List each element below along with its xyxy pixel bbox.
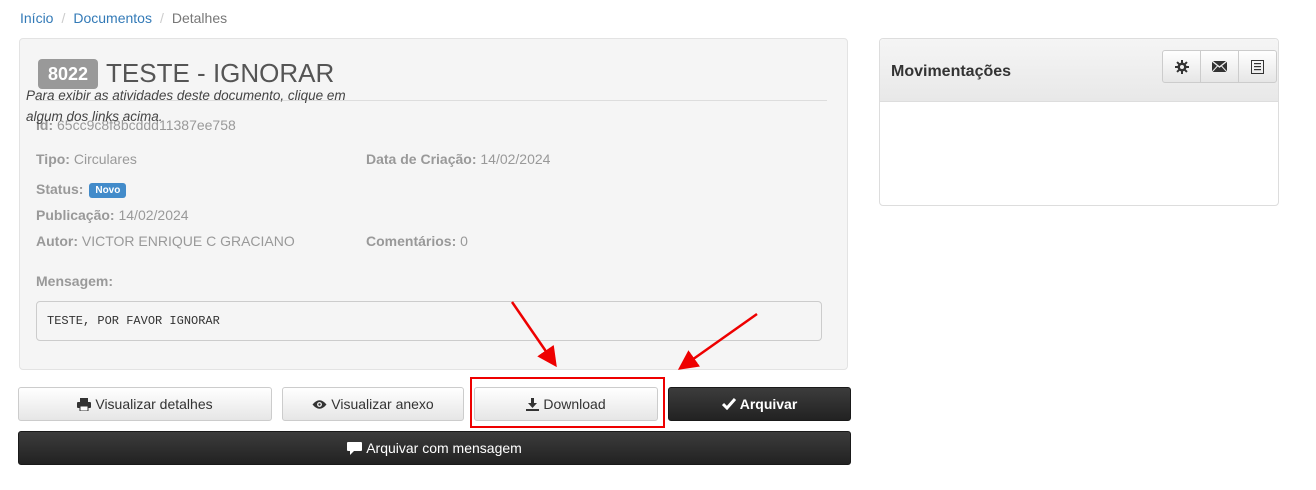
comment-icon <box>347 441 363 455</box>
check-icon <box>721 398 736 410</box>
field-autor-label: Autor: <box>36 233 78 249</box>
list-icon <box>1251 59 1264 74</box>
arquivar-com-mensagem-button[interactable]: Arquivar com mensagem <box>18 431 851 465</box>
movimentacoes-button-group <box>1162 50 1277 83</box>
field-mensagem-label: Mensagem: <box>36 273 114 289</box>
field-status: Status: Novo <box>36 181 127 198</box>
field-tipo-label: Tipo: <box>36 151 70 167</box>
message-box: TESTE, POR FAVOR IGNORAR <box>36 301 822 341</box>
field-autor: Autor: VICTOR ENRIQUE C GRACIANO <box>36 233 295 249</box>
field-data-criacao: Data de Criação: 14/02/2024 <box>366 151 550 167</box>
breadcrumb-inicio[interactable]: Início <box>20 10 53 26</box>
list-button[interactable] <box>1238 50 1277 83</box>
print-icon <box>77 397 92 411</box>
movimentacoes-title: Movimentações <box>891 63 1012 80</box>
arquivar-com-mensagem-label: Arquivar com mensagem <box>366 440 522 456</box>
visualizar-detalhes-label: Visualizar detalhes <box>95 396 213 412</box>
field-comentarios-value: 0 <box>460 233 468 249</box>
document-number-badge: 8022 <box>38 58 99 89</box>
gear-icon <box>1174 59 1189 74</box>
visualizar-anexo-label: Visualizar anexo <box>331 396 434 412</box>
movimentacoes-panel: Movimentações <box>879 38 1279 206</box>
status-badge: Novo <box>89 182 127 198</box>
breadcrumb: Início / Documentos / Detalhes <box>20 10 227 26</box>
breadcrumb-separator: / <box>159 10 164 26</box>
field-autor-value: VICTOR ENRIQUE C GRACIANO <box>81 233 295 249</box>
arquivar-button[interactable]: Arquivar <box>668 387 851 421</box>
field-data-criacao-label: Data de Criação: <box>366 151 477 167</box>
field-publicacao-value: 14/02/2024 <box>118 207 189 223</box>
field-comentarios: Comentários: 0 <box>366 233 468 249</box>
field-mensagem: Mensagem: <box>36 273 113 289</box>
field-status-label: Status: <box>36 181 84 197</box>
field-data-criacao-value: 14/02/2024 <box>480 151 551 167</box>
field-publicacao-label: Publicação: <box>36 207 115 223</box>
visualizar-anexo-button[interactable]: Visualizar anexo <box>282 387 464 421</box>
email-button[interactable] <box>1200 50 1239 83</box>
field-comentarios-label: Comentários: <box>366 233 457 249</box>
movimentacoes-header: Movimentações <box>880 39 1278 102</box>
movimentacoes-empty-text: Para exibir as atividades deste document… <box>26 88 346 124</box>
envelope-icon <box>1212 61 1227 72</box>
eye-icon <box>312 399 327 409</box>
download-highlight-box <box>470 377 665 428</box>
arquivar-label: Arquivar <box>739 396 798 412</box>
field-publicacao: Publicação: 14/02/2024 <box>36 207 189 223</box>
visualizar-detalhes-button[interactable]: Visualizar detalhes <box>18 387 272 421</box>
field-tipo: Tipo: Circulares <box>36 151 137 167</box>
breadcrumb-separator: / <box>61 10 66 26</box>
breadcrumb-documentos[interactable]: Documentos <box>73 10 152 26</box>
field-tipo-value: Circulares <box>73 151 137 167</box>
breadcrumb-current: Detalhes <box>171 10 228 26</box>
settings-button[interactable] <box>1162 50 1201 83</box>
